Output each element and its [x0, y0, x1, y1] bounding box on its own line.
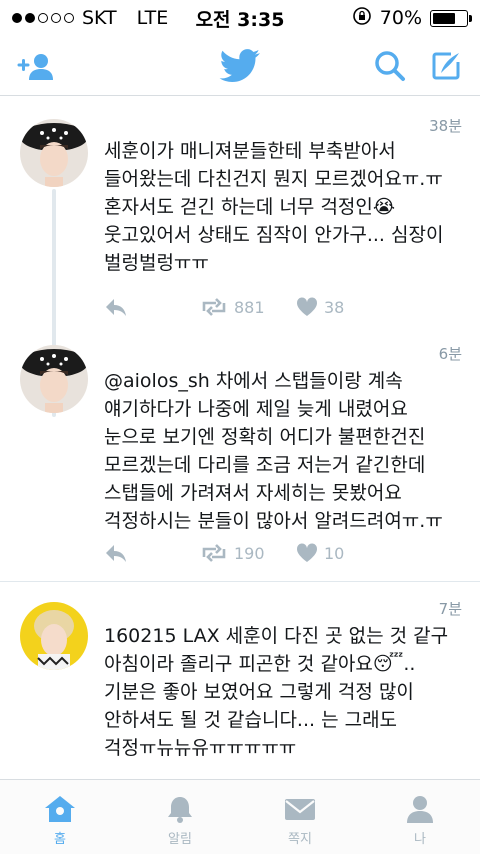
tab-messages[interactable]: 쪽지	[240, 780, 360, 854]
tweet-text: 160215 LAX 세훈이 다진 곳 없는 것 같구 아침이라 졸리구 피곤한…	[104, 625, 449, 759]
tweet-text: 세훈이가 매니져분들한테 부축받아서 들어왔는데 다친건지 뭔지 모르겠어요ㅠ.…	[104, 140, 444, 274]
tab-bar: 홈 알림 쪽지 나	[0, 779, 480, 854]
like-count: 38	[324, 297, 345, 317]
like-button[interactable]: 38	[296, 297, 344, 317]
home-icon	[45, 796, 75, 822]
tweet-actions: 881 38	[104, 295, 344, 319]
search-icon	[375, 51, 405, 81]
envelope-icon	[285, 799, 315, 820]
signal-dot	[25, 13, 35, 23]
tab-label: 나	[414, 832, 426, 847]
twitter-bird-icon	[219, 49, 260, 82]
retweet-icon	[202, 544, 226, 562]
tweet-text: @aiolos_sh 차에서 스탭들이랑 계속 얘기하다가 나중에 제일 늦게 …	[104, 370, 443, 532]
timeline[interactable]: 38분 세훈이가 매니져분들한테 부축받아서 들어왔는데 다친건지 뭔지 모르겠…	[0, 97, 480, 779]
reply-button[interactable]	[104, 543, 200, 563]
signal-dot	[51, 13, 61, 23]
battery-icon	[430, 9, 472, 27]
tweet-timestamp: 7분	[438, 600, 462, 618]
add-user-button[interactable]	[16, 48, 56, 84]
user-photo-icon	[20, 345, 88, 413]
tweet-timestamp: 38분	[429, 117, 462, 135]
retweet-button[interactable]: 190	[200, 543, 296, 563]
signal-dot	[64, 13, 74, 23]
tweet-timestamp: 6분	[438, 345, 462, 363]
retweet-count: 881	[234, 297, 265, 317]
like-button[interactable]: 10	[296, 543, 344, 563]
heart-icon	[296, 297, 318, 316]
tweet[interactable]: 7분 160215 LAX 세훈이 다진 곳 없는 것 같구 아침이라 졸리구 …	[0, 582, 480, 779]
tweet-actions: 190 10	[104, 541, 344, 565]
tab-me[interactable]: 나	[360, 780, 480, 854]
status-bar: SKT LTE 오전 3:35 70%	[0, 0, 480, 36]
avatar[interactable]	[20, 345, 88, 413]
compose-icon	[432, 52, 460, 80]
bell-icon	[168, 797, 192, 823]
avatar[interactable]	[20, 119, 88, 187]
tab-label: 홈	[54, 832, 66, 847]
reply-icon	[106, 545, 126, 562]
tab-home[interactable]: 홈	[0, 780, 120, 854]
nav-bar	[0, 36, 480, 96]
tweet[interactable]: 6분 @aiolos_sh 차에서 스탭들이랑 계속 얘기하다가 나중에 제일 …	[0, 341, 480, 582]
user-photo-icon	[20, 602, 88, 670]
reply-icon	[106, 299, 126, 316]
tab-label: 알림	[168, 832, 192, 847]
user-photo-icon	[20, 119, 88, 187]
carrier-name: SKT	[82, 7, 117, 29]
retweet-button[interactable]: 881	[200, 297, 296, 317]
signal-dot	[38, 13, 48, 23]
carrier-info: SKT LTE	[12, 7, 168, 29]
reply-button[interactable]	[104, 297, 200, 317]
search-button[interactable]	[370, 48, 410, 84]
tweet[interactable]: 38분 세훈이가 매니져분들한테 부축받아서 들어왔는데 다친건지 뭔지 모르겠…	[0, 97, 480, 341]
retweet-icon	[202, 298, 226, 316]
orientation-lock-icon	[352, 6, 372, 31]
network-type: LTE	[136, 7, 169, 29]
tab-label: 쪽지	[288, 832, 312, 847]
battery-percent: 70%	[379, 7, 422, 29]
avatar[interactable]	[20, 602, 88, 670]
twitter-logo	[218, 48, 262, 84]
add-user-icon	[17, 54, 53, 80]
signal-dot	[12, 13, 22, 23]
profile-icon	[407, 796, 433, 823]
like-count: 10	[324, 543, 345, 563]
tab-notifications[interactable]: 알림	[120, 780, 240, 854]
heart-icon	[296, 543, 318, 562]
retweet-count: 190	[234, 543, 265, 563]
compose-tweet-button[interactable]	[426, 48, 466, 84]
signal-strength-icon	[12, 13, 74, 23]
